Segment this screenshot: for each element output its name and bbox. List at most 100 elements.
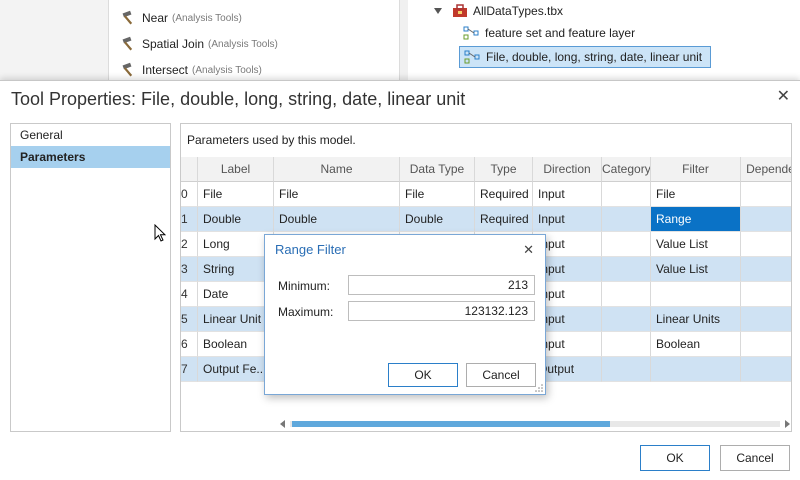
- cell-category[interactable]: [602, 232, 651, 257]
- scroll-left-icon[interactable]: [280, 420, 285, 428]
- cell-index: 7: [181, 357, 198, 382]
- nav-item-parameters[interactable]: Parameters: [11, 146, 170, 168]
- cell-type[interactable]: Required: [475, 207, 533, 232]
- cell-filter[interactable]: [651, 357, 741, 382]
- column-header-data-type[interactable]: Data Type: [400, 157, 475, 182]
- cell-dependency[interactable]: [741, 332, 791, 357]
- cancel-button[interactable]: Cancel: [720, 445, 790, 471]
- tree-item-model[interactable]: feature set and feature layer: [463, 22, 635, 44]
- tool-item-near[interactable]: Near (Analysis Tools): [121, 9, 242, 27]
- tool-name: Intersect: [142, 63, 189, 77]
- resize-grip-icon[interactable]: [535, 384, 543, 392]
- cell-data-type[interactable]: Double: [400, 207, 475, 232]
- tool-source: (Analysis Tools): [172, 12, 242, 24]
- column-header-name[interactable]: Name: [274, 157, 400, 182]
- cell-category[interactable]: [602, 282, 651, 307]
- properties-nav: General Parameters: [10, 123, 171, 432]
- cell-filter[interactable]: Boolean: [651, 332, 741, 357]
- range-cancel-button[interactable]: Cancel: [466, 363, 536, 387]
- cell-data-type[interactable]: File: [400, 182, 475, 207]
- cell-filter[interactable]: Range: [651, 207, 741, 232]
- cell-label[interactable]: File: [198, 182, 274, 207]
- cell-dependency[interactable]: [741, 207, 791, 232]
- minimum-input[interactable]: [348, 275, 535, 295]
- hammer-icon: [122, 62, 133, 77]
- cell-index: 0: [181, 182, 198, 207]
- maximum-input[interactable]: [348, 301, 535, 321]
- cell-dependency[interactable]: [741, 307, 791, 332]
- table-row[interactable]: 1 Double Double Double Required Input Range: [181, 207, 791, 232]
- collapse-triangle-icon[interactable]: [434, 8, 442, 14]
- column-header-dependency[interactable]: Depende: [741, 157, 791, 182]
- model-icon: [463, 26, 479, 40]
- toolbox-label: AllDataTypes.tbx: [473, 4, 564, 18]
- cell-dependency[interactable]: [741, 257, 791, 282]
- tree-item-label: feature set and feature layer: [485, 26, 636, 40]
- close-icon[interactable]: ✕: [777, 89, 790, 105]
- cell-direction[interactable]: Input: [533, 182, 602, 207]
- column-header-index[interactable]: [181, 157, 198, 182]
- cell-index: 3: [181, 257, 198, 282]
- pane-splitter[interactable]: [400, 0, 408, 80]
- cell-label[interactable]: Long: [198, 232, 274, 257]
- panel-caption: Parameters used by this model.: [187, 133, 356, 147]
- cell-dependency[interactable]: [741, 357, 791, 382]
- cell-direction[interactable]: Input: [533, 207, 602, 232]
- ok-button[interactable]: OK: [640, 445, 710, 471]
- cell-dependency[interactable]: [741, 182, 791, 207]
- tree-item-toolbox[interactable]: AllDataTypes.tbx: [434, 0, 563, 22]
- cell-dependency[interactable]: [741, 232, 791, 257]
- range-ok-button[interactable]: OK: [388, 363, 458, 387]
- cell-index: 5: [181, 307, 198, 332]
- column-header-direction[interactable]: Direction: [533, 157, 602, 182]
- column-header-category[interactable]: Category: [602, 157, 651, 182]
- cell-category[interactable]: [602, 257, 651, 282]
- cell-name[interactable]: File: [274, 182, 400, 207]
- column-header-type[interactable]: Type: [475, 157, 533, 182]
- tool-name: Near: [142, 11, 169, 25]
- cell-filter[interactable]: Value List: [651, 232, 741, 257]
- cell-category[interactable]: [602, 207, 651, 232]
- model-icon: [464, 50, 480, 64]
- range-filter-title: Range Filter: [275, 242, 346, 257]
- tool-item-intersect[interactable]: Intersect (Analysis Tools): [121, 61, 262, 79]
- range-filter-dialog: Range Filter ✕ Minimum: Maximum: OK Canc…: [264, 234, 546, 395]
- tool-item-spatial-join[interactable]: Spatial Join (Analysis Tools): [121, 35, 278, 53]
- cell-type[interactable]: Required: [475, 182, 533, 207]
- nav-item-general[interactable]: General: [11, 124, 170, 146]
- scroll-right-icon[interactable]: [785, 420, 790, 428]
- horizontal-scrollbar[interactable]: [280, 419, 790, 429]
- maximum-label: Maximum:: [278, 305, 334, 319]
- cell-dependency[interactable]: [741, 282, 791, 307]
- grid-header-row: Label Name Data Type Type Direction Cate…: [181, 157, 791, 182]
- cell-label[interactable]: Boolean: [198, 332, 274, 357]
- close-icon[interactable]: ✕: [523, 242, 534, 258]
- cell-name[interactable]: Double: [274, 207, 400, 232]
- hammer-icon: [122, 10, 133, 25]
- toolbox-icon: [453, 4, 467, 17]
- cell-filter[interactable]: Linear Units: [651, 307, 741, 332]
- column-header-label[interactable]: Label: [198, 157, 274, 182]
- tree-item-label: File, double, long, string, date, linear…: [486, 50, 703, 64]
- cell-label[interactable]: Output Fe...: [198, 357, 274, 382]
- cell-category[interactable]: [602, 357, 651, 382]
- scroll-thumb[interactable]: [292, 421, 610, 427]
- column-header-filter[interactable]: Filter: [651, 157, 741, 182]
- table-row[interactable]: 0 File File File Required Input File: [181, 182, 791, 207]
- cell-label[interactable]: String: [198, 257, 274, 282]
- tool-source: (Analysis Tools): [208, 38, 278, 50]
- cell-filter[interactable]: [651, 282, 741, 307]
- cell-index: 1: [181, 207, 198, 232]
- cell-category[interactable]: [602, 307, 651, 332]
- cell-index: 4: [181, 282, 198, 307]
- tree-item-model-selected[interactable]: File, double, long, string, date, linear…: [459, 46, 712, 68]
- cell-category[interactable]: [602, 332, 651, 357]
- cell-filter[interactable]: File: [651, 182, 741, 207]
- cell-label[interactable]: Date: [198, 282, 274, 307]
- cell-category[interactable]: [602, 182, 651, 207]
- cell-label[interactable]: Double: [198, 207, 274, 232]
- cell-label[interactable]: Linear Unit: [198, 307, 274, 332]
- cell-index: 6: [181, 332, 198, 357]
- cell-filter[interactable]: Value List: [651, 257, 741, 282]
- tool-name: Spatial Join: [142, 37, 205, 51]
